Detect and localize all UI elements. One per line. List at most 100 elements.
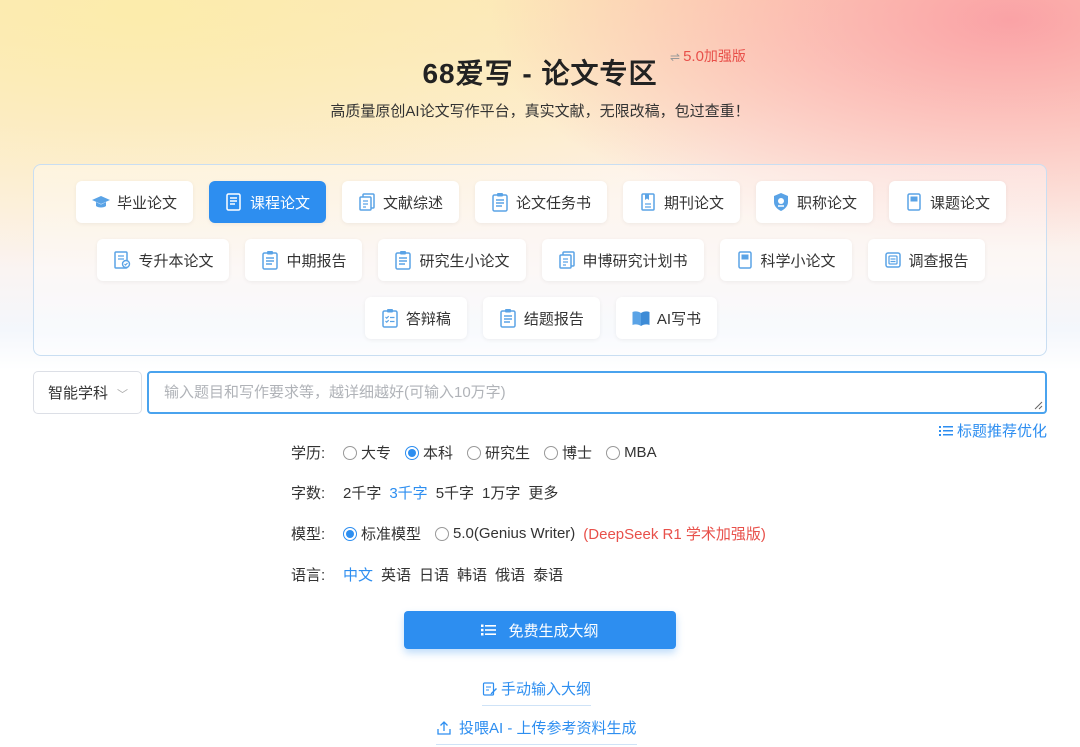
- documents-icon: [557, 250, 577, 270]
- type-label: 中期报告: [286, 252, 347, 270]
- type-label: 科学小论文: [760, 252, 836, 270]
- clipboard-icon: [260, 250, 280, 270]
- word-count-option-3k[interactable]: 3千字: [389, 482, 427, 503]
- clipboard-icon: [490, 192, 510, 212]
- language-option-thai[interactable]: 泰语: [533, 564, 563, 585]
- word-count-option-2k[interactable]: 2千字: [343, 482, 381, 503]
- option-label: 大专: [361, 445, 392, 462]
- language-option-korean[interactable]: 韩语: [457, 564, 487, 585]
- word-count-label: 字数:: [291, 485, 326, 502]
- radio-icon: [544, 445, 559, 460]
- type-final-report[interactable]: 结题报告: [482, 297, 600, 339]
- type-journal-paper[interactable]: 期刊论文: [623, 181, 741, 223]
- language-option-chinese[interactable]: 中文: [343, 564, 373, 585]
- topic-input[interactable]: [147, 371, 1047, 414]
- education-label: 学历:: [291, 445, 326, 462]
- list-icon: [481, 624, 497, 636]
- model-note: (DeepSeek R1 学术加强版): [583, 526, 766, 543]
- type-label: 答辩稿: [405, 310, 451, 328]
- education-option-junior-college[interactable]: 大专: [343, 442, 391, 463]
- radio-checked-icon: [343, 526, 357, 541]
- type-topic-paper[interactable]: 课题论文: [889, 181, 1007, 223]
- paper-type-row-3: 答辩稿 结题报告 AI写书: [34, 297, 1048, 339]
- type-phd-research-plan[interactable]: 申博研究计划书: [541, 239, 704, 281]
- type-midterm-report[interactable]: 中期报告: [245, 239, 363, 281]
- type-grad-short-paper[interactable]: 研究生小论文: [378, 239, 526, 281]
- type-ai-write-book[interactable]: AI写书: [615, 297, 718, 339]
- type-upgrade-thesis[interactable]: 专升本论文: [97, 239, 230, 281]
- type-label: 申博研究计划书: [582, 252, 688, 270]
- document-icon: [224, 192, 244, 212]
- type-label: 研究生小论文: [419, 252, 510, 270]
- report-icon: [883, 250, 903, 270]
- chevron-down-icon: ﹀: [117, 389, 128, 401]
- manual-outline-label: 手动输入大纲: [501, 681, 592, 698]
- type-graduation-thesis[interactable]: 毕业论文: [75, 181, 193, 223]
- version-label: 加强版: [703, 48, 746, 64]
- model-option-genius-writer[interactable]: 5.0(Genius Writer): [435, 525, 575, 542]
- documents-icon: [357, 192, 377, 212]
- language-option-japanese[interactable]: 日语: [419, 564, 449, 585]
- education-option-master[interactable]: 研究生: [467, 442, 530, 463]
- doc-edit-icon: [112, 250, 132, 270]
- type-literature-review[interactable]: 文献综述: [341, 181, 459, 223]
- header: 68爱写 - 论文专区: [0, 52, 1080, 92]
- word-count-row: 字数: 2千字 3千字 5千字 1万字 更多: [291, 482, 566, 503]
- journal-icon: [638, 192, 658, 212]
- resize-grip-icon[interactable]: [1033, 400, 1043, 410]
- type-label: 专升本论文: [138, 252, 214, 270]
- type-label: 调查报告: [908, 252, 969, 270]
- upload-icon: [437, 720, 451, 735]
- clipboard-icon: [393, 250, 413, 270]
- language-option-english[interactable]: 英语: [381, 564, 411, 585]
- generate-outline-button[interactable]: 免费生成大纲: [404, 611, 676, 649]
- option-label: 标准模型: [361, 526, 422, 543]
- radio-icon: [606, 445, 621, 460]
- manual-outline-link[interactable]: 手动输入大纲: [482, 678, 592, 706]
- shield-icon: [771, 192, 791, 212]
- generate-outline-label: 免费生成大纲: [508, 622, 599, 640]
- checklist-icon: [380, 308, 400, 328]
- paper-type-row-1: 毕业论文 课程论文 文献综述 论文任务书 期刊论文 职称论文 课题论文: [34, 181, 1048, 223]
- word-count-option-more[interactable]: 更多: [528, 482, 558, 503]
- education-option-bachelor[interactable]: 本科: [405, 442, 453, 463]
- radio-icon: [343, 445, 357, 460]
- version-number: 5.0: [683, 48, 704, 65]
- language-row: 语言: 中文 英语 日语 韩语 俄语 泰语: [291, 564, 571, 585]
- title-optimize-link[interactable]: 标题推荐优化: [938, 420, 1047, 441]
- type-course-paper[interactable]: 课程论文: [208, 181, 326, 223]
- radio-checked-icon: [405, 445, 420, 460]
- notebook-icon: [904, 192, 924, 212]
- edit-icon: [482, 681, 497, 696]
- option-label: 研究生: [485, 445, 531, 462]
- word-count-option-10k[interactable]: 1万字: [482, 482, 520, 503]
- list-icon: [938, 425, 953, 436]
- word-count-option-5k[interactable]: 5千字: [436, 482, 474, 503]
- model-row: 模型: 标准模型 5.0(Genius Writer) (DeepSeek R1…: [291, 523, 766, 544]
- page-title: 68爱写 - 论文专区: [422, 58, 658, 89]
- type-science-short-paper[interactable]: 科学小论文: [719, 239, 852, 281]
- type-label: 课程论文: [249, 194, 310, 212]
- clipboard-icon: [498, 308, 518, 328]
- subject-select[interactable]: 智能学科 ﹀: [33, 371, 142, 414]
- model-label: 模型:: [291, 526, 326, 543]
- type-label: 毕业论文: [116, 194, 177, 212]
- radio-icon: [435, 526, 450, 541]
- type-label: 课题论文: [930, 194, 991, 212]
- education-option-phd[interactable]: 博士: [544, 442, 592, 463]
- subject-value: 智能学科: [48, 385, 109, 402]
- type-label: 结题报告: [523, 310, 584, 328]
- model-option-standard[interactable]: 标准模型: [343, 523, 421, 544]
- language-option-russian[interactable]: 俄语: [495, 564, 525, 585]
- option-label: MBA: [624, 444, 657, 461]
- option-label: 本科: [423, 445, 454, 462]
- type-title-paper[interactable]: 职称论文: [756, 181, 874, 223]
- type-label: 期刊论文: [664, 194, 725, 212]
- type-assignment-book[interactable]: 论文任务书: [474, 181, 607, 223]
- upload-reference-link[interactable]: 投喂AI - 上传参考资料生成: [436, 717, 637, 745]
- education-option-mba[interactable]: MBA: [606, 444, 657, 461]
- type-defense-script[interactable]: 答辩稿: [364, 297, 467, 339]
- version-switch[interactable]: ⇌ 5.0加强版: [670, 46, 746, 66]
- type-survey-report[interactable]: 调查报告: [867, 239, 985, 281]
- open-book-icon: [631, 308, 651, 328]
